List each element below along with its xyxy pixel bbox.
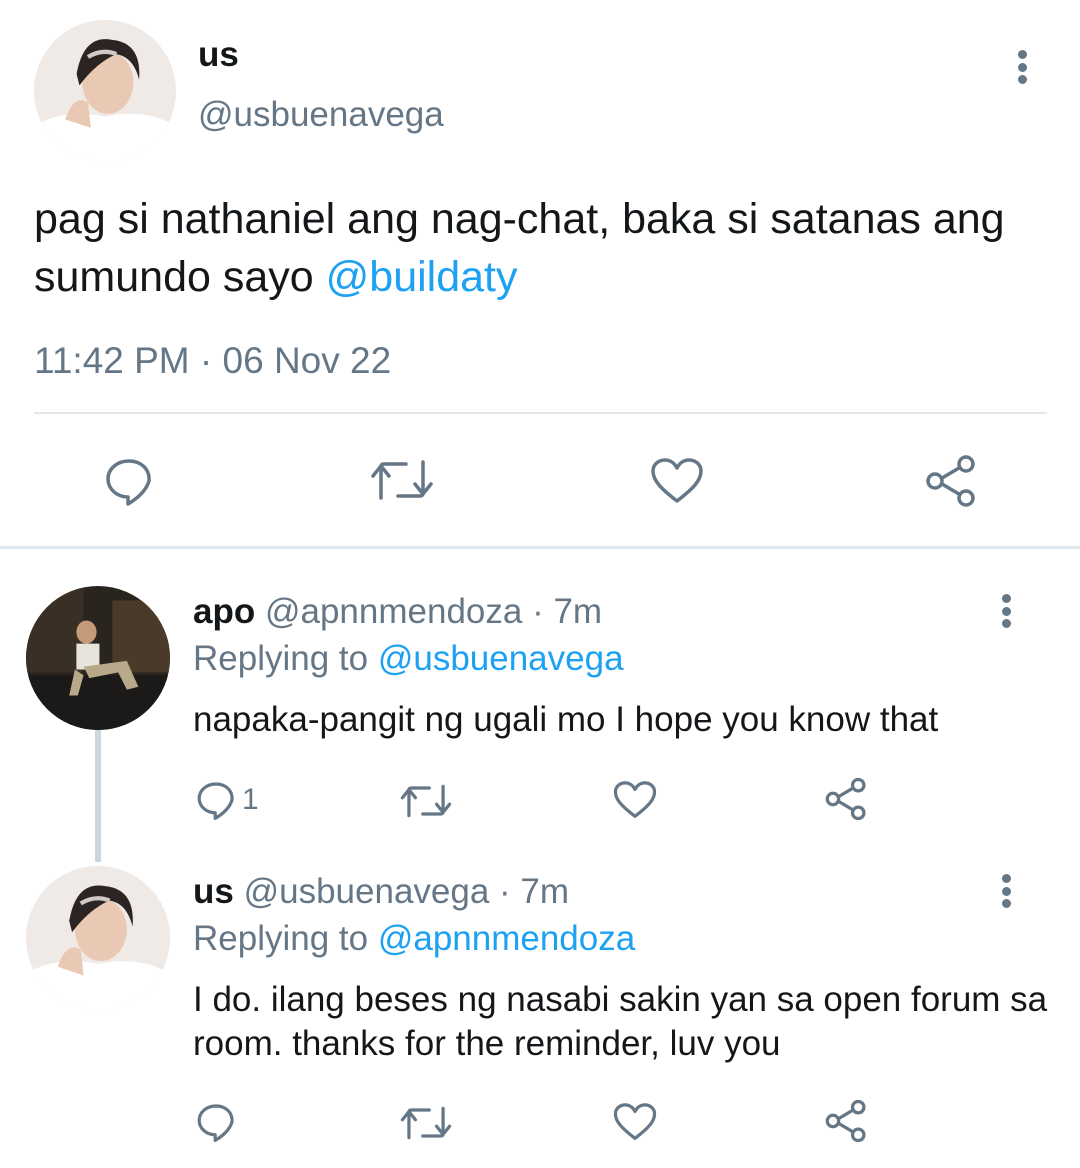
avatar[interactable] <box>26 586 170 730</box>
retweet-button[interactable] <box>400 1105 452 1141</box>
author-name[interactable]: us <box>198 34 239 76</box>
like-button[interactable] <box>650 457 704 505</box>
share-button[interactable] <box>824 1099 868 1143</box>
heart-icon <box>613 1103 657 1140</box>
more-vertical-icon[interactable] <box>1016 50 1028 84</box>
share-button[interactable] <box>824 777 868 821</box>
author-name[interactable]: apo <box>193 592 255 631</box>
share-icon <box>825 777 866 821</box>
avatar[interactable] <box>26 866 170 1010</box>
retweet-icon <box>371 460 433 500</box>
replying-to: Replying to @usbuenavega <box>193 637 624 681</box>
reply-icon <box>197 1104 234 1142</box>
author-name[interactable]: us <box>193 872 234 911</box>
author-handle[interactable]: @usbuenavega <box>198 94 444 136</box>
reply-text: napaka-pangit ng ugali mo I hope you kno… <box>193 700 939 739</box>
like-button[interactable] <box>613 780 657 820</box>
more-vertical-icon[interactable] <box>1000 594 1012 628</box>
replying-label: Replying to <box>193 919 378 958</box>
reply-button[interactable] <box>196 1102 242 1142</box>
retweet-icon <box>400 784 452 818</box>
tweet-text: pag si nathaniel ang nag-chat, baka si s… <box>34 190 1034 306</box>
author-handle[interactable]: @usbuenavega <box>244 872 490 911</box>
author-handle[interactable]: @apnnmendoza <box>265 592 522 631</box>
share-icon <box>926 455 975 507</box>
tweet-text-body: pag si nathaniel ang nag-chat, baka si s… <box>34 195 1005 301</box>
divider <box>34 412 1047 414</box>
avatar-image <box>34 20 176 162</box>
reply-count: 1 <box>242 783 259 816</box>
mention-link[interactable]: @buildaty <box>326 253 518 301</box>
reply-icon <box>106 459 151 506</box>
replying-label: Replying to <box>193 639 378 678</box>
reply-button[interactable]: 1 <box>196 780 259 820</box>
thread-line <box>95 730 101 862</box>
section-divider <box>0 546 1080 549</box>
replying-to-link[interactable]: @usbuenavega <box>378 639 624 678</box>
share-button[interactable] <box>924 454 978 508</box>
replying-to: Replying to @apnnmendoza <box>193 917 635 961</box>
avatar-image <box>26 586 170 730</box>
avatar-image <box>26 866 170 1010</box>
replying-to-link[interactable]: @apnnmendoza <box>378 919 635 958</box>
more-vertical-icon[interactable] <box>1000 874 1012 908</box>
retweet-icon <box>400 1106 452 1140</box>
avatar[interactable] <box>34 20 176 162</box>
reply-icon <box>197 782 234 820</box>
retweet-button[interactable] <box>370 458 434 502</box>
timestamp[interactable]: 11:42 PM · 06 Nov 22 <box>34 338 391 384</box>
heart-icon <box>613 781 657 818</box>
reply-time[interactable]: · 7m <box>522 592 602 631</box>
reply-text: I do. ilang beses ng nasabi sakin yan sa… <box>193 980 1048 1063</box>
reply-button[interactable] <box>104 456 154 506</box>
retweet-button[interactable] <box>400 783 452 819</box>
heart-icon <box>651 458 703 503</box>
reply-header: apo @apnnmendoza · 7m <box>193 590 602 634</box>
share-icon <box>825 1099 866 1143</box>
like-button[interactable] <box>613 1102 657 1142</box>
reply-header: us @usbuenavega · 7m <box>193 870 569 914</box>
reply-time[interactable]: · 7m <box>489 872 569 911</box>
main-tweet: us @usbuenavega pag si nathaniel ang nag… <box>0 0 1080 548</box>
